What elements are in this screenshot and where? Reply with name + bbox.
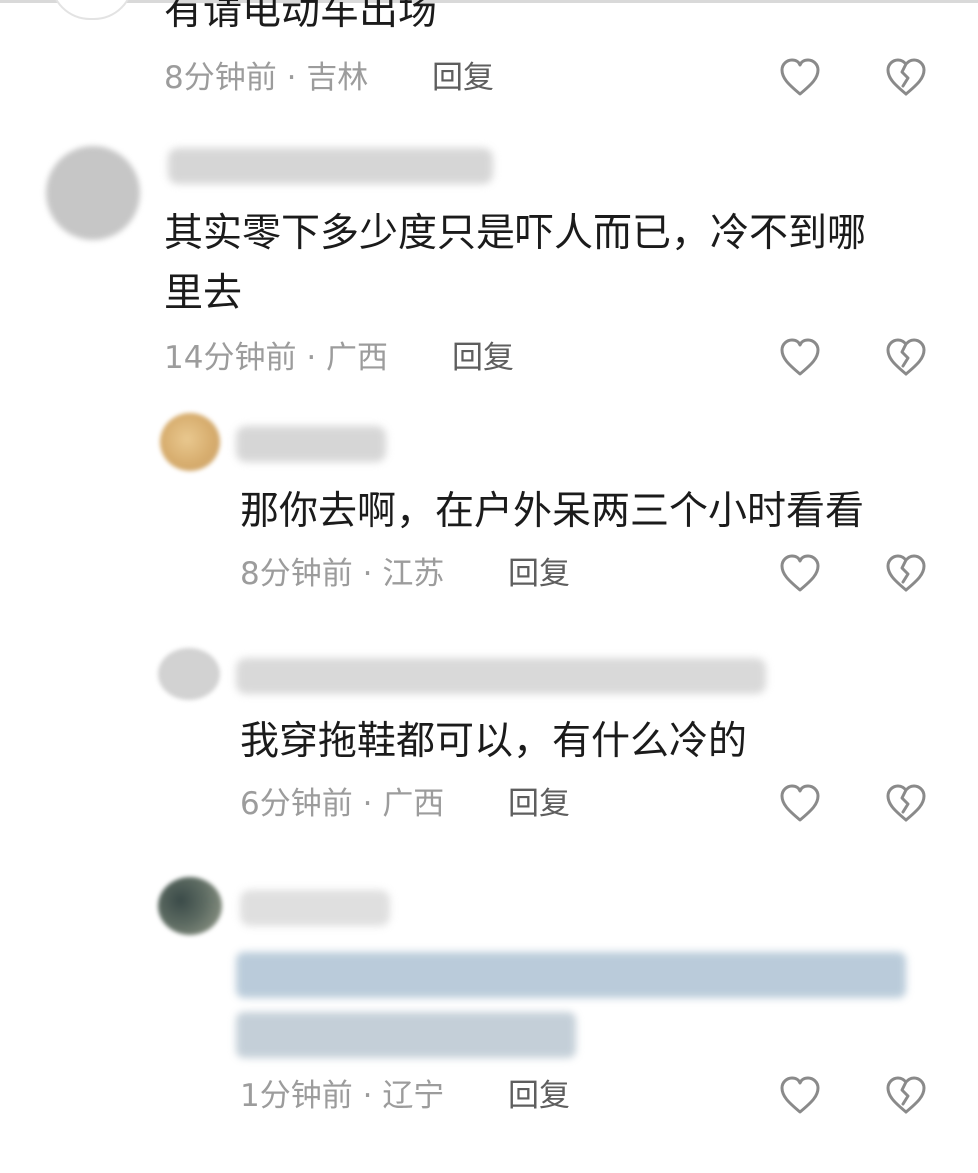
comment-text-blurred [236, 1012, 576, 1058]
meta-separator: · [362, 1078, 373, 1114]
avatar[interactable] [46, 146, 140, 240]
meta-separator: · [362, 556, 373, 592]
comment-location: 江苏 [382, 556, 445, 592]
comment-text: 那你去啊，在户外呆两三个小时看看 [240, 489, 865, 534]
like-icon[interactable] [778, 1074, 822, 1118]
avatar[interactable] [158, 648, 220, 700]
comment-location: 吉林 [306, 60, 369, 96]
comment-meta: 1分钟前 · 辽宁 [240, 1076, 444, 1116]
like-icon[interactable] [778, 552, 822, 596]
comment-meta: 6分钟前 · 广西 [240, 784, 444, 824]
reply-button[interactable]: 回复 [508, 554, 570, 594]
comment-text: 有请电动车出场 [164, 0, 438, 34]
username-blurred[interactable] [168, 148, 493, 184]
meta-separator: · [286, 60, 297, 96]
comment-time: 14分钟前 [164, 340, 297, 376]
comment-location: 广西 [326, 340, 389, 376]
reply-button[interactable]: 回复 [508, 1076, 570, 1116]
avatar[interactable] [50, 0, 134, 20]
comment-meta: 8分钟前 · 江苏 [240, 554, 444, 594]
comment-meta: 8分钟前 · 吉林 [164, 58, 368, 98]
username-blurred[interactable] [236, 426, 386, 462]
comment-time: 8分钟前 [240, 556, 353, 592]
username-blurred[interactable] [236, 658, 766, 694]
dislike-icon[interactable] [884, 56, 928, 100]
like-icon[interactable] [778, 336, 822, 380]
top-divider [0, 0, 978, 3]
comment-location: 广西 [382, 786, 445, 822]
comment-location: 辽宁 [382, 1078, 445, 1114]
comment-meta: 14分钟前 · 广西 [164, 338, 388, 378]
dislike-icon[interactable] [884, 336, 928, 380]
reply-button[interactable]: 回复 [508, 784, 570, 824]
like-icon[interactable] [778, 782, 822, 826]
dislike-icon[interactable] [884, 1074, 928, 1118]
meta-separator: · [306, 340, 317, 376]
comment-time: 1分钟前 [240, 1078, 353, 1114]
like-icon[interactable] [778, 56, 822, 100]
username-blurred[interactable] [240, 890, 390, 926]
comment-text: 我穿拖鞋都可以，有什么冷的 [240, 719, 748, 764]
comment-text-line: 里去 [164, 271, 243, 316]
comment-text-blurred [236, 952, 906, 998]
meta-separator: · [362, 786, 373, 822]
dislike-icon[interactable] [884, 782, 928, 826]
comment-text-line: 其实零下多少度只是吓人而已，冷不到哪 [164, 211, 867, 256]
dislike-icon[interactable] [884, 552, 928, 596]
comment-time: 8分钟前 [164, 60, 277, 96]
avatar[interactable] [158, 877, 222, 935]
avatar[interactable] [160, 413, 220, 471]
comment-time: 6分钟前 [240, 786, 353, 822]
reply-button[interactable]: 回复 [432, 58, 494, 98]
reply-button[interactable]: 回复 [452, 338, 514, 378]
